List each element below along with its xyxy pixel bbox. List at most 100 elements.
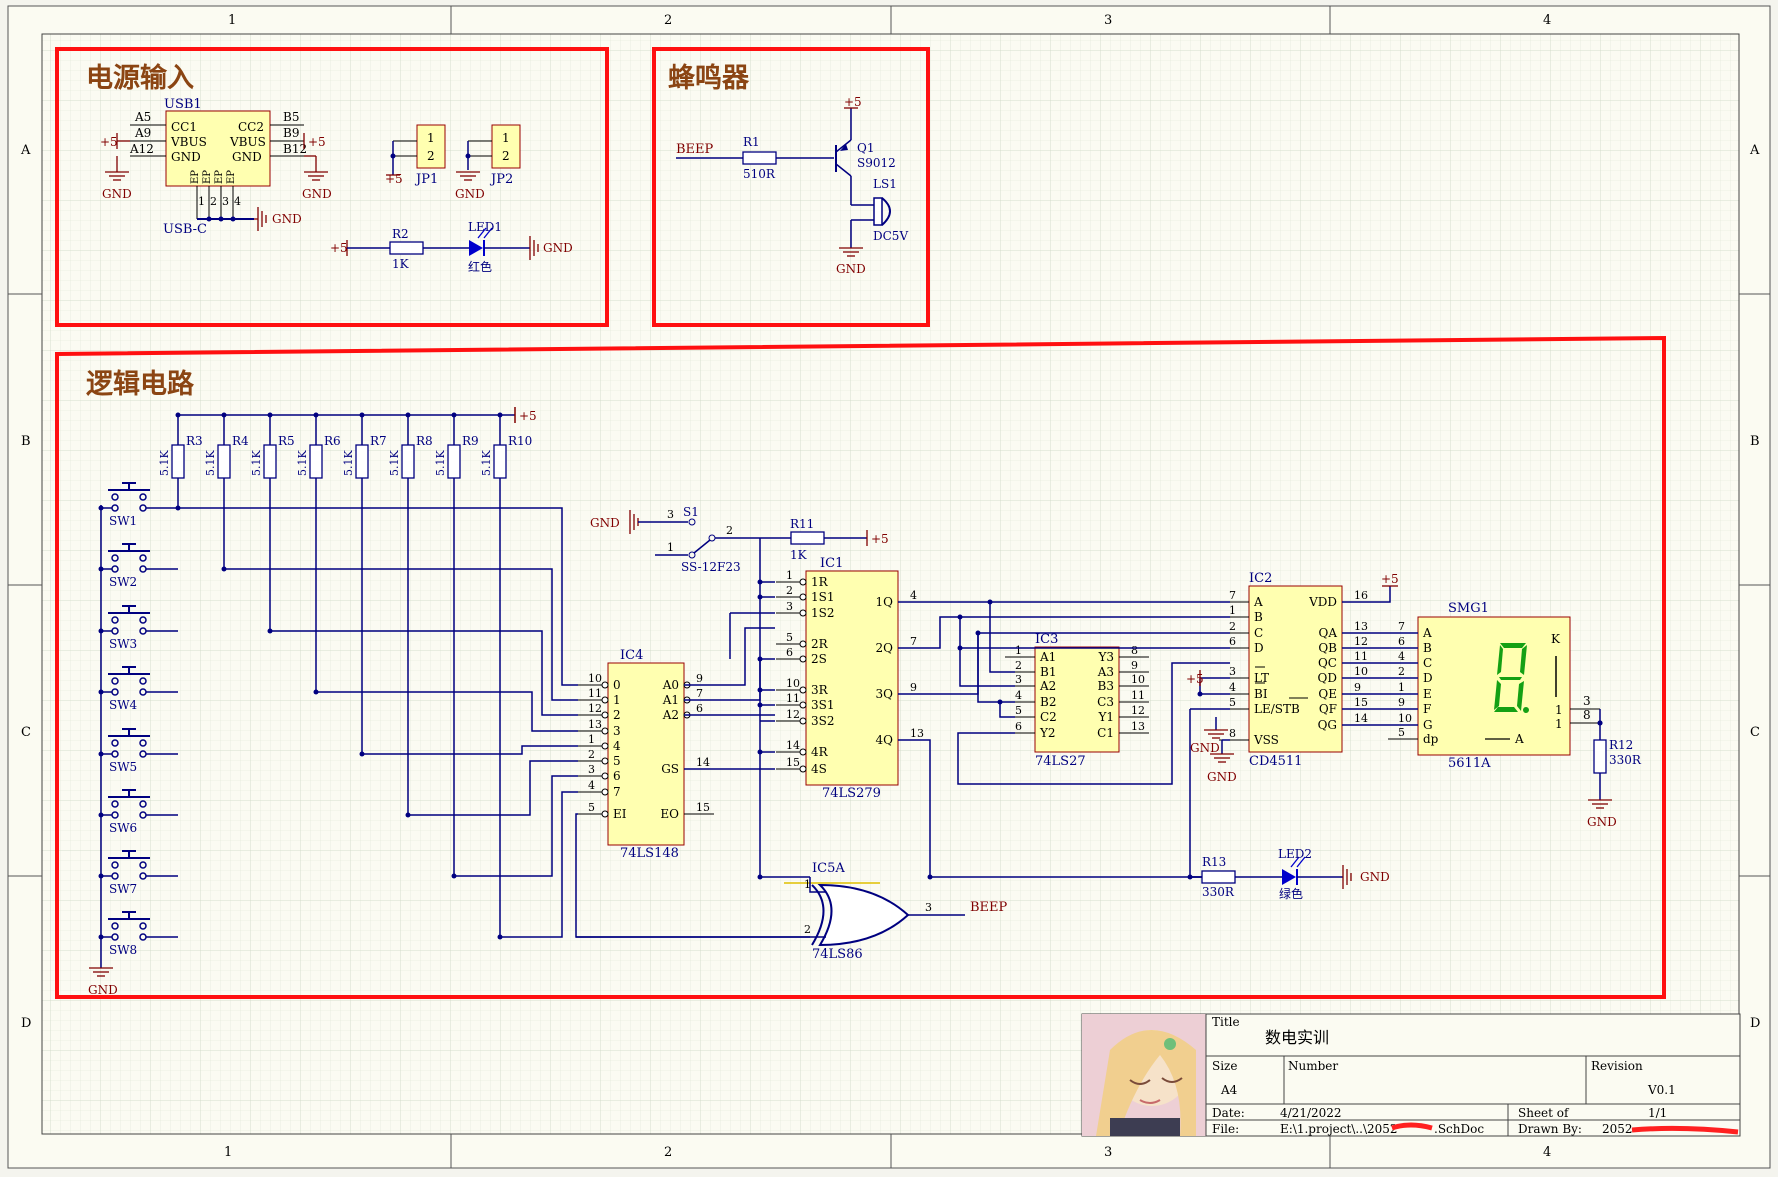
switch-ref: SW3 [109, 637, 137, 651]
ic-pin-label: 1S2 [811, 606, 835, 620]
ic-pin-label: 4S [811, 762, 827, 776]
ic-pin-number: 9 [910, 681, 917, 694]
ic-pin-label: A1 [1039, 650, 1056, 664]
ic5-pin: 2 [804, 923, 811, 936]
ic-pin-number: 1 [588, 733, 595, 746]
ic-pin-label: QD [1318, 671, 1337, 685]
junction [497, 412, 503, 418]
file-suffix: .SchDoc [1434, 1122, 1484, 1136]
ic-pin-label: Y3 [1097, 650, 1114, 664]
pullup-resistor-body [493, 444, 507, 479]
net-vcc: +5 [100, 135, 118, 149]
s1-ref: S1 [683, 505, 699, 519]
ic-pin-label: QG [1318, 718, 1337, 732]
net-vcc: +5 [844, 95, 862, 109]
r1-value: 510R [743, 167, 776, 181]
ic-pin-label: 2S [811, 652, 827, 666]
usb-value: USB-C [163, 222, 207, 237]
ic-pin-label: VSS [1253, 733, 1279, 747]
ic2-value: CD4511 [1249, 754, 1302, 769]
col-label: 3 [1104, 1145, 1112, 1160]
ic-pin-label: A2 [662, 708, 679, 722]
ic-pin-number: 11 [786, 692, 800, 705]
net-gnd: GND [272, 212, 302, 226]
usb-pin-label: VBUS [229, 135, 266, 149]
ic-pin-number: 10 [588, 672, 602, 685]
size-value: A4 [1220, 1083, 1238, 1097]
net-vcc: +5 [308, 135, 326, 149]
ic-pin-label: C1 [1097, 726, 1114, 740]
ic-pin-label: B [1254, 610, 1263, 624]
jp-pin: 1 [502, 131, 510, 145]
title-block: Title 数电实训 Size A4 Number Revision V0.1 … [1081, 1013, 1741, 1137]
ic-pin-label: G [1423, 718, 1433, 732]
switch-ref: SW2 [109, 575, 137, 589]
ic-pin-label: Y1 [1097, 710, 1114, 724]
ic1-value: 74LS279 [822, 786, 881, 801]
ic-pin-number: 13 [910, 727, 924, 740]
ic-pin-number: 9 [1131, 659, 1138, 672]
pullup-ref: R3 [186, 434, 203, 448]
ic-pin-label: B [1423, 641, 1432, 655]
pullup-resistor-body [447, 444, 461, 479]
invert-bubble [799, 655, 807, 663]
ic-pin-number: 1 [1015, 644, 1022, 657]
col-label: 1 [224, 1145, 232, 1160]
ic-pin-number: 7 [1229, 589, 1236, 602]
ic-pin-number: 6 [786, 646, 793, 659]
junction [359, 412, 365, 418]
ic-pin-label: 1S1 [811, 590, 835, 604]
ic-pin-number: 3 [1229, 665, 1236, 678]
ic-pin-label: 3Q [876, 687, 894, 701]
size-label: Size [1212, 1059, 1237, 1073]
invert-bubble [799, 640, 807, 648]
ic-pin-label: C2 [1040, 710, 1057, 724]
revision-value: V0.1 [1647, 1083, 1676, 1097]
col-label: 2 [664, 13, 672, 28]
net-vcc: +5 [330, 241, 348, 255]
ic-pin-number: 5 [1229, 696, 1236, 709]
smg1-kpin: 3 [1583, 694, 1591, 708]
invert-bubble [601, 742, 609, 750]
net-beep: BEEP [676, 142, 714, 157]
ic3-value: 74LS27 [1035, 754, 1086, 769]
ic-pin-label: 3R [811, 683, 829, 697]
section-title-buzzer: 蜂鸣器 [668, 63, 750, 94]
row-label: C [21, 725, 31, 740]
usb-pin-label: GND [232, 150, 262, 164]
ic-pin-number: 15 [696, 801, 710, 814]
r12-ref: R12 [1609, 738, 1633, 752]
invert-bubble [799, 717, 807, 725]
usb-pin-num: 4 [234, 195, 241, 208]
pullup-value: 5.1K [480, 450, 493, 476]
pullup-value: 5.1K [158, 450, 171, 476]
ic-pin-label: 5 [613, 754, 621, 768]
led2-ref: LED2 [1278, 847, 1312, 861]
ic-pin-label: EO [660, 807, 679, 821]
ic-pin-label: VDD [1308, 595, 1337, 609]
pullup-resistor-body [217, 444, 231, 479]
smg1-seven-segment: SMG1 5611A A7B6C4D2E1F9G10dp5 K 1 1 A 3 … [1388, 601, 1603, 771]
q1-value: S9012 [857, 156, 896, 170]
ic2-ref: IC2 [1249, 571, 1272, 586]
ic-pin-number: 5 [588, 801, 595, 814]
jp2-ref: JP2 [489, 172, 513, 187]
ic-pin-label: 2Q [876, 641, 894, 655]
pullup-resistor-body [401, 444, 415, 479]
ic-pin-number: 10 [1354, 665, 1368, 678]
col-label: 4 [1543, 13, 1551, 28]
ic-pin-label: 7 [613, 785, 621, 799]
ic-pin-number: 9 [1354, 681, 1361, 694]
ic-pin-number: 16 [1354, 589, 1368, 602]
ic4-value: 74LS148 [620, 846, 679, 861]
row-label: A [20, 143, 31, 158]
ic-pin-number: 4 [1398, 650, 1405, 663]
ic-pin-number: 1 [1229, 604, 1236, 617]
switch-ref: SW1 [109, 514, 137, 528]
usb-pin-num: 1 [198, 195, 205, 208]
schematic-sheet: 1 2 3 4 1 2 3 4 A B C D A B C D 电源输入 蜂鸣器… [0, 0, 1778, 1177]
usb-pin-label: GND [171, 150, 201, 164]
ic-pin-number: 6 [1398, 635, 1405, 648]
ic-pin-number: 3 [786, 600, 793, 613]
ic-pin-number: 12 [1131, 704, 1145, 717]
